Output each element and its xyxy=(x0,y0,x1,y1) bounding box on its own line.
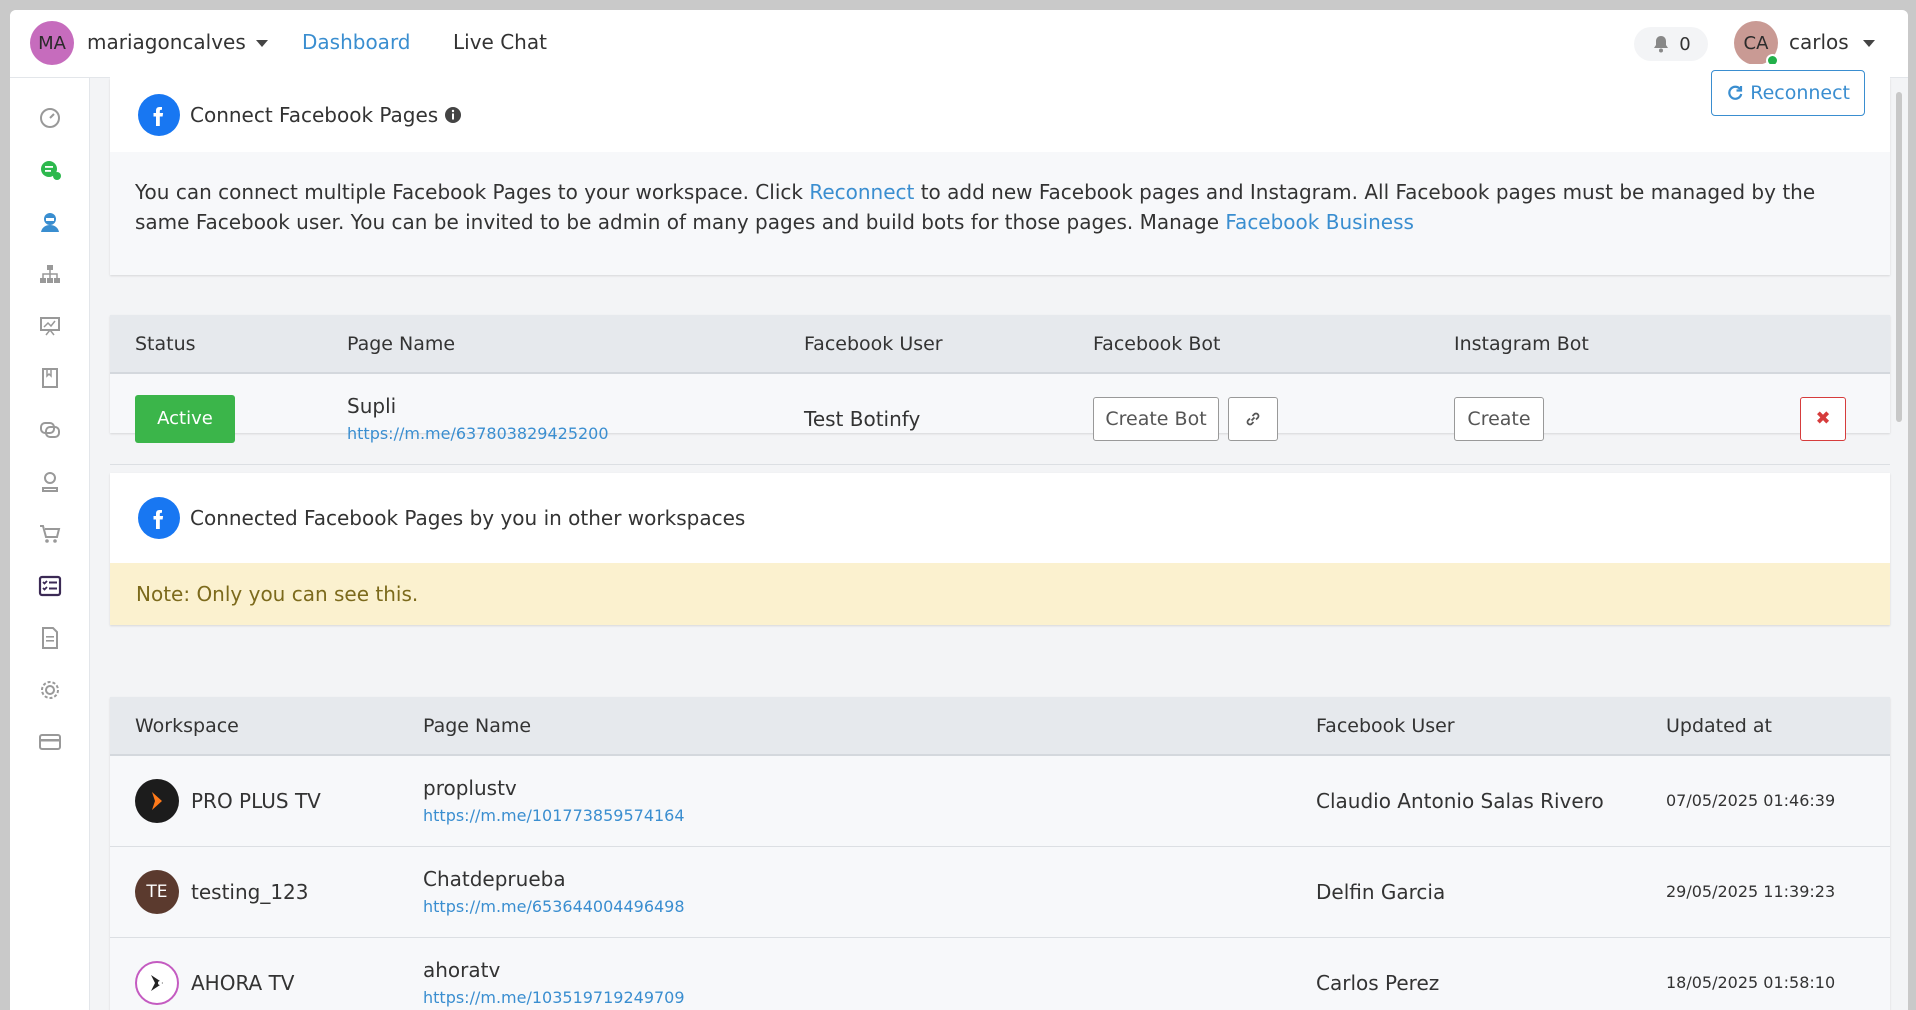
user-icon[interactable] xyxy=(37,469,63,495)
workspace-name: testing_123 xyxy=(191,879,309,904)
header-page-name: Page Name xyxy=(423,697,1316,756)
workspace-selector[interactable]: mariagoncalves xyxy=(87,30,268,54)
other-workspaces-card: Connected Facebook Pages by you in other… xyxy=(110,473,1890,625)
workspace-logo xyxy=(135,960,179,1005)
desc-text: You can connect multiple Facebook Pages … xyxy=(135,180,810,204)
user-name[interactable]: carlos xyxy=(1789,30,1849,54)
notification-count: 0 xyxy=(1679,33,1691,55)
workspace-logo xyxy=(135,778,179,823)
header-workspace: Workspace xyxy=(110,697,423,756)
presentation-icon[interactable] xyxy=(37,313,63,339)
dashboard-icon[interactable] xyxy=(37,105,63,131)
link-button[interactable] xyxy=(1228,396,1279,441)
cart-icon[interactable] xyxy=(37,521,63,547)
nav-dashboard[interactable]: Dashboard xyxy=(302,30,411,54)
facebook-logo-icon xyxy=(138,497,180,539)
chevron-down-icon[interactable] xyxy=(1862,40,1875,47)
table-row: TE testing_123 Chatdeprueba https://m.me… xyxy=(110,846,1890,938)
header-facebook-user: Facebook User xyxy=(1316,697,1666,756)
sidebar xyxy=(10,78,90,1010)
bell-icon xyxy=(1654,36,1669,53)
card-header: Connect Facebook Pages Reconnect xyxy=(110,64,1890,152)
facebook-user: Carlos Perez xyxy=(1316,937,1666,1010)
facebook-user: Delfin Garcia xyxy=(1316,846,1666,938)
updated-at: 18/05/2025 01:58:10 xyxy=(1666,937,1890,1010)
reconnect-link[interactable]: Reconnect xyxy=(809,180,914,204)
book-icon[interactable] xyxy=(37,365,63,391)
page-name: proplustv xyxy=(423,776,517,801)
workspace-name: AHORA TV xyxy=(191,970,295,995)
workspace-name[interactable]: mariagoncalves xyxy=(87,30,246,54)
notifications-button[interactable]: 0 xyxy=(1634,27,1708,61)
billing-icon[interactable] xyxy=(37,729,63,755)
facebook-user: Claudio Antonio Salas Rivero xyxy=(1316,755,1666,847)
link-icon xyxy=(1246,412,1260,426)
refresh-icon xyxy=(1728,85,1743,100)
card-header: Connected Facebook Pages by you in other… xyxy=(110,473,1890,563)
settings-icon[interactable] xyxy=(37,677,63,703)
note-alert: Note: Only you can see this. xyxy=(110,563,1890,625)
chat-icon[interactable] xyxy=(37,157,63,183)
header-status: Status xyxy=(110,315,347,374)
status-badge[interactable]: Active xyxy=(135,394,235,443)
facebook-business-link[interactable]: Facebook Business xyxy=(1225,210,1414,234)
support-agent-icon[interactable] xyxy=(37,209,63,235)
page-link[interactable]: https://m.me/101773859574164 xyxy=(423,806,1316,825)
page-link[interactable]: https://m.me/103519719249709 xyxy=(423,988,1316,1007)
page-name: Chatdeprueba xyxy=(423,867,566,891)
facebook-user: Test Botinfy xyxy=(804,373,1093,465)
delete-button[interactable]: ✖ xyxy=(1800,396,1846,441)
workspace-avatar: TE xyxy=(135,869,179,914)
facebook-logo-icon xyxy=(138,94,180,136)
checklist-icon[interactable] xyxy=(37,573,63,599)
page-name: ahoratv xyxy=(423,958,501,982)
flow-icon[interactable] xyxy=(37,261,63,287)
page-link[interactable]: https://m.me/637803829425200 xyxy=(347,424,804,443)
connect-description: You can connect multiple Facebook Pages … xyxy=(110,152,1890,262)
header-instagram-bot: Instagram Bot xyxy=(1454,315,1800,374)
info-icon[interactable] xyxy=(444,106,462,124)
document-icon[interactable] xyxy=(37,625,63,651)
header-updated-at: Updated at xyxy=(1666,697,1890,756)
connect-pages-card: Connect Facebook Pages Reconnect You can… xyxy=(110,64,1890,275)
updated-at: 29/05/2025 11:39:23 xyxy=(1666,846,1890,938)
header-page-name: Page Name xyxy=(347,315,804,374)
other-workspaces-table: Workspace Page Name Facebook User Update… xyxy=(110,697,1890,1010)
page-name: Supli xyxy=(347,394,397,419)
connected-pages-table: Status Page Name Facebook User Facebook … xyxy=(110,315,1890,465)
user-menu[interactable]: carlos xyxy=(1789,30,1875,54)
header-actions xyxy=(1800,315,1890,374)
instagram-create-button[interactable]: Create xyxy=(1454,396,1544,441)
close-icon: ✖ xyxy=(1815,408,1831,430)
table-row: AHORA TV ahoratv https://m.me/1035197192… xyxy=(110,937,1890,1010)
table-row: PRO PLUS TV proplustv https://m.me/10177… xyxy=(110,755,1890,847)
reconnect-label[interactable]: Reconnect xyxy=(1750,82,1850,104)
workspace-avatar[interactable]: MA xyxy=(30,21,74,65)
create-bot-button[interactable]: Create Bot xyxy=(1093,396,1219,441)
reconnect-button[interactable]: Reconnect xyxy=(1711,70,1865,116)
card-title: Connected Facebook Pages by you in other… xyxy=(190,506,746,530)
page-link[interactable]: https://m.me/653644004496498 xyxy=(423,897,1316,916)
updated-at: 07/05/2025 01:46:39 xyxy=(1666,755,1890,847)
workspace-name: PRO PLUS TV xyxy=(191,788,321,813)
page-scrollbar[interactable] xyxy=(1896,92,1902,422)
table-row: Active Supli https://m.me/63780382942520… xyxy=(110,373,1890,465)
app-window: MA mariagoncalves Dashboard Live Chat 0 … xyxy=(10,10,1908,1010)
messages-icon[interactable] xyxy=(37,417,63,443)
chevron-down-icon[interactable] xyxy=(255,40,268,47)
header-facebook-user: Facebook User xyxy=(804,315,1093,374)
card-title: Connect Facebook Pages xyxy=(190,103,439,127)
header-facebook-bot: Facebook Bot xyxy=(1093,315,1454,374)
nav-live-chat[interactable]: Live Chat xyxy=(453,30,547,54)
